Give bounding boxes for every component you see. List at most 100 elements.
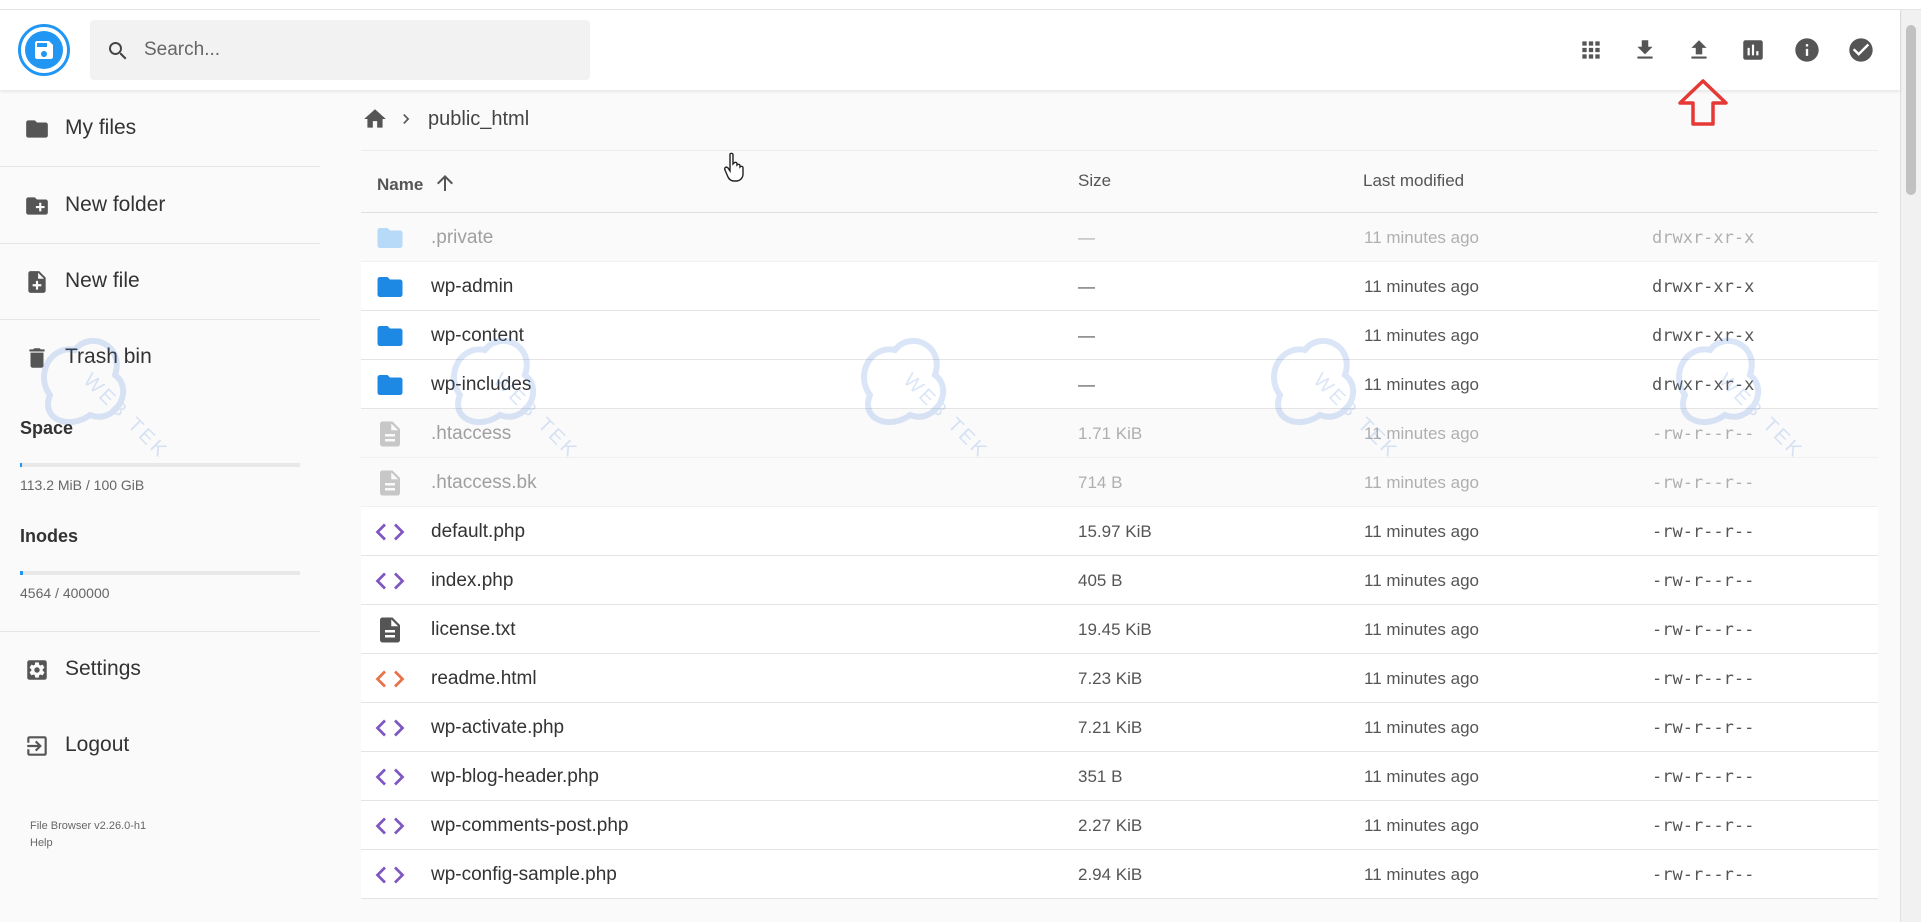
file-permissions: -rw-r--r--: [1652, 669, 1755, 689]
html-code-icon: [375, 670, 405, 688]
table-row[interactable]: readme.html 7.23 KiB 11 minutes ago -rw-…: [361, 654, 1878, 703]
row-icon: [373, 321, 407, 351]
file-permissions: -rw-r--r--: [1652, 424, 1755, 444]
arrow-up-icon: [436, 175, 453, 191]
sidebar-item-trash-bin[interactable]: Trash bin: [0, 319, 320, 395]
file-list-header: Name Size Last modified: [361, 150, 1878, 213]
check-circle-icon: [1849, 38, 1873, 62]
space-progress-bar: [20, 463, 300, 467]
table-row[interactable]: .htaccess.bk 714 B 11 minutes ago -rw-r-…: [361, 458, 1878, 507]
space-title: Space: [20, 418, 74, 438]
code-icon: [375, 768, 405, 786]
page-scrollbar[interactable]: [1900, 10, 1921, 922]
file-size: —: [1078, 326, 1095, 345]
file-permissions: -rw-r--r--: [1652, 816, 1755, 836]
file-name: readme.html: [431, 668, 537, 689]
table-row[interactable]: wp-activate.php 7.21 KiB 11 minutes ago …: [361, 703, 1878, 752]
folder-icon: [377, 228, 403, 248]
table-row[interactable]: default.php 15.97 KiB 11 minutes ago -rw…: [361, 507, 1878, 556]
file-name: wp-includes: [431, 374, 532, 395]
settings-gear-icon: [27, 660, 47, 680]
row-icon: [373, 615, 407, 645]
sidebar-item-label: Settings: [65, 657, 141, 680]
disk-usage-button[interactable]: [1735, 32, 1771, 68]
table-row[interactable]: wp-admin — 11 minutes ago drwxr-xr-x: [361, 262, 1878, 311]
info-button[interactable]: [1789, 32, 1825, 68]
table-row[interactable]: wp-blog-header.php 351 B 11 minutes ago …: [361, 752, 1878, 801]
file-modified: 11 minutes ago: [1364, 620, 1479, 639]
table-row[interactable]: wp-content — 11 minutes ago drwxr-xr-x: [361, 311, 1878, 360]
column-header-modified[interactable]: Last modified: [1363, 171, 1464, 191]
file-name: wp-config-sample.php: [431, 864, 617, 885]
select-button[interactable]: [1843, 32, 1879, 68]
file-name: .htaccess.bk: [431, 472, 537, 493]
text-file-icon: [380, 617, 400, 643]
folder-icon: [377, 277, 403, 297]
column-header-size[interactable]: Size: [1078, 171, 1111, 191]
file-name: wp-content: [431, 325, 524, 346]
sidebar-item-logout[interactable]: Logout: [0, 707, 320, 783]
breadcrumb-current[interactable]: public_html: [428, 108, 529, 131]
app-header: [0, 10, 1900, 90]
column-header-name[interactable]: Name: [377, 171, 457, 196]
sidebar-item-label: Trash bin: [65, 345, 152, 368]
row-icon: [373, 664, 407, 694]
file-size: 15.97 KiB: [1078, 522, 1152, 541]
sidebar-item-new-folder[interactable]: New folder: [0, 167, 320, 243]
note-add-icon: [28, 271, 46, 293]
sidebar-item-my-files[interactable]: My files: [0, 90, 320, 166]
search-box[interactable]: [90, 20, 590, 80]
file-name: .htaccess: [431, 423, 512, 444]
space-value: 113.2 MiB / 100 GiB: [20, 477, 145, 493]
sidebar-item-label: My files: [65, 116, 137, 139]
scrollbar-thumb[interactable]: [1906, 25, 1916, 195]
row-icon: [373, 762, 407, 792]
sidebar: My files New folder New file Trash bin S…: [0, 90, 320, 922]
table-row[interactable]: .htaccess 1.71 KiB 11 minutes ago -rw-r-…: [361, 409, 1878, 458]
file-modified: 11 minutes ago: [1364, 718, 1479, 737]
row-icon: [373, 713, 407, 743]
file-modified: 11 minutes ago: [1364, 522, 1479, 541]
window-top-strip: [0, 0, 1921, 10]
file-permissions: -rw-r--r--: [1652, 571, 1755, 591]
upload-button[interactable]: [1681, 32, 1717, 68]
folder-icon: [377, 326, 403, 346]
grid-view-button[interactable]: [1573, 32, 1609, 68]
table-row[interactable]: wp-config-sample.php 2.94 KiB 11 minutes…: [361, 850, 1878, 899]
inodes-progress-fill: [20, 571, 24, 575]
file-size: 7.23 KiB: [1078, 669, 1143, 688]
file-modified: 11 minutes ago: [1364, 571, 1479, 590]
file-rows: .private — 11 minutes ago drwxr-xr-x wp-…: [361, 213, 1878, 899]
row-icon: [373, 419, 407, 449]
breadcrumb: public_html: [362, 104, 529, 134]
file-name: wp-comments-post.php: [431, 815, 629, 836]
table-row[interactable]: .private — 11 minutes ago drwxr-xr-x: [361, 213, 1878, 262]
search-input[interactable]: [144, 20, 574, 80]
file-size: 7.21 KiB: [1078, 718, 1143, 737]
app-logo[interactable]: [18, 24, 70, 76]
download-button[interactable]: [1627, 32, 1663, 68]
table-row[interactable]: wp-includes — 11 minutes ago drwxr-xr-x: [361, 360, 1878, 409]
table-row[interactable]: license.txt 19.45 KiB 11 minutes ago -rw…: [361, 605, 1878, 654]
file-permissions: -rw-r--r--: [1652, 522, 1755, 542]
create-folder-icon: [26, 197, 48, 215]
table-row[interactable]: wp-comments-post.php 2.27 KiB 11 minutes…: [361, 801, 1878, 850]
file-size: —: [1078, 277, 1095, 296]
file-permissions: -rw-r--r--: [1652, 473, 1755, 493]
sidebar-item-settings[interactable]: Settings: [0, 631, 320, 707]
file-name: .private: [431, 227, 494, 248]
sidebar-item-new-file[interactable]: New file: [0, 243, 320, 319]
file-modified: 11 minutes ago: [1364, 326, 1479, 345]
row-icon: [373, 566, 407, 596]
row-icon: [373, 811, 407, 841]
row-icon: [373, 468, 407, 498]
logout-icon: [27, 736, 47, 756]
file-permissions: drwxr-xr-x: [1652, 228, 1755, 248]
file-size: —: [1078, 375, 1095, 394]
home-icon[interactable]: [362, 106, 388, 132]
space-progress-fill: [20, 463, 22, 467]
table-row[interactable]: index.php 405 B 11 minutes ago -rw-r--r-…: [361, 556, 1878, 605]
search-icon: [109, 42, 127, 60]
code-icon: [375, 572, 405, 590]
help-link[interactable]: Help: [30, 835, 146, 852]
